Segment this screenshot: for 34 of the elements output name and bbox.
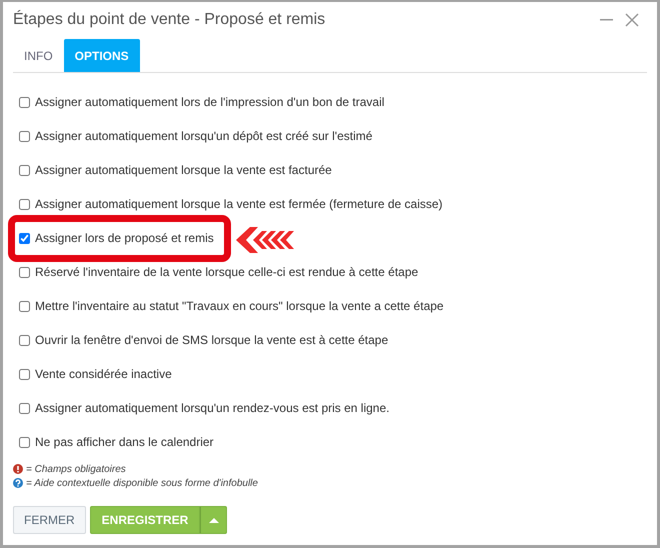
help-icon xyxy=(13,478,23,488)
legend-text: = Champs obligatoires xyxy=(26,462,126,476)
checkbox[interactable] xyxy=(19,436,30,448)
option-label: Ouvrir la fenêtre d'envoi de SMS lorsque la vente est à cette étape xyxy=(35,332,388,349)
checkbox[interactable] xyxy=(19,130,30,142)
minimize-icon xyxy=(600,18,613,21)
required-icon xyxy=(13,464,23,474)
option-label: Assigner automatiquement lorsqu'un dépôt est créé sur l'estimé xyxy=(35,128,372,145)
close-icon xyxy=(625,12,639,27)
option-label: Mettre l'inventaire au statut "Travaux en cours" lorsque la vente a cette étape xyxy=(35,298,444,315)
option-label: Vente considérée inactive xyxy=(35,366,172,383)
option-label: Ne pas afficher dans le calendrier xyxy=(35,434,214,451)
close-button[interactable]: FERMER xyxy=(13,506,86,534)
checkbox[interactable] xyxy=(19,368,30,380)
option-label: Assigner automatiquement lorsque la vente est facturée xyxy=(35,162,332,179)
checkbox[interactable] xyxy=(19,198,30,210)
option-label: Assigner automatiquement lors de l'impression d'un bon de travail xyxy=(35,94,384,111)
checkbox[interactable] xyxy=(19,334,30,346)
option-label: Assigner automatiquement lorsqu'un rendez-vous est pris en ligne. xyxy=(35,400,390,417)
option-label: Assigner automatiquement lorsque la vente est fermée (fermeture de caisse) xyxy=(35,196,443,213)
dropdown-button[interactable] xyxy=(200,506,228,534)
checkbox[interactable] xyxy=(19,96,30,108)
option-label: Réservé l'inventaire de la vente lorsque celle-ci est rendue à cette étape xyxy=(35,264,418,281)
legend-text: = Aide contextuelle disponible sous forme d'infobulle xyxy=(26,476,258,490)
caret-icon xyxy=(208,517,219,523)
checkbox[interactable] xyxy=(19,266,30,278)
tab[interactable]: INFO xyxy=(13,39,64,72)
checkbox[interactable] xyxy=(19,402,30,414)
option-label: Assigner lors de proposé et remis xyxy=(35,230,214,247)
window-title: Étapes du point de vente - Proposé et remis xyxy=(13,9,326,30)
checkbox[interactable] xyxy=(19,232,30,244)
checkbox[interactable] xyxy=(19,164,30,176)
tab[interactable]: OPTIONS xyxy=(64,39,140,72)
checkbox[interactable] xyxy=(19,300,30,312)
